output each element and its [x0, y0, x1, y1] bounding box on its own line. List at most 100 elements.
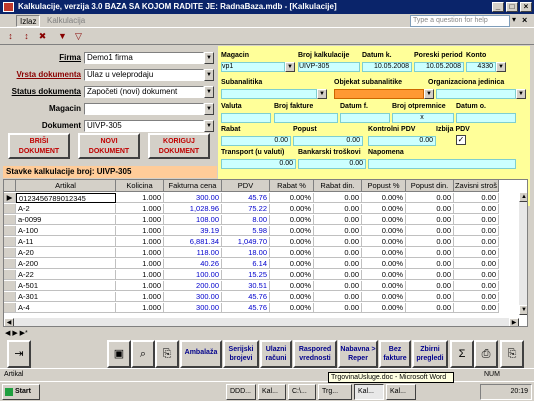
- grid-cell[interactable]: 0.00: [406, 237, 454, 247]
- row-selector[interactable]: [4, 215, 16, 225]
- grid-cell[interactable]: 0.00: [454, 303, 499, 313]
- exit-icon[interactable]: ⇥: [7, 340, 31, 368]
- vrsta-dropdown-icon[interactable]: ▼: [204, 69, 214, 81]
- popust-field[interactable]: 0.00: [293, 136, 363, 146]
- broj-kalkulacije-field[interactable]: UIVP-305: [298, 62, 360, 72]
- bez-fakture-button[interactable]: Bez fakture: [379, 340, 411, 368]
- grid-cell[interactable]: 0.00%: [270, 259, 314, 269]
- find-icon[interactable]: ⌕: [131, 340, 155, 368]
- row-selector[interactable]: [4, 281, 16, 291]
- sort-ascending-icon[interactable]: ↕: [4, 30, 17, 43]
- column-header[interactable]: Kolicina: [116, 180, 164, 192]
- grid-cell[interactable]: 1.000: [116, 226, 164, 236]
- grid-cell[interactable]: 0.00%: [362, 248, 406, 258]
- valuta-field[interactable]: [221, 113, 271, 123]
- grid-cell[interactable]: 0.00: [406, 281, 454, 291]
- ulazni-racuni-button[interactable]: Ulazni računi: [260, 340, 292, 368]
- vrsta-field[interactable]: Ulaz u veleprodaju: [84, 69, 204, 81]
- column-header[interactable]: Popust %: [362, 180, 406, 192]
- grid-cell[interactable]: 45.76: [222, 292, 270, 302]
- row-selector[interactable]: [4, 204, 16, 214]
- grid-cell[interactable]: A-4: [16, 303, 116, 313]
- grid-cell[interactable]: A-100: [16, 226, 116, 236]
- grid-cell[interactable]: 118.00: [164, 248, 222, 258]
- grid-cell[interactable]: 15.25: [222, 270, 270, 280]
- grid-cell[interactable]: 0.00: [314, 215, 362, 225]
- grid-cell[interactable]: 0.00%: [270, 237, 314, 247]
- grid-cell[interactable]: 0.00: [454, 270, 499, 280]
- grid-cell[interactable]: 300.00: [164, 193, 222, 203]
- filter-by-selection-icon[interactable]: ▼: [56, 30, 69, 43]
- row-selector[interactable]: [4, 226, 16, 236]
- task-6[interactable]: Kal...: [386, 384, 416, 400]
- napomena-field[interactable]: [368, 159, 516, 169]
- scroll-down-icon[interactable]: ▼: [519, 305, 527, 315]
- row-selector[interactable]: [4, 270, 16, 280]
- grid-cell[interactable]: 30.51: [222, 281, 270, 291]
- grid-cell[interactable]: 0.00%: [362, 226, 406, 236]
- column-header[interactable]: PDV: [222, 180, 270, 192]
- grid-cell[interactable]: 6.14: [222, 259, 270, 269]
- grid-cell[interactable]: 0.00: [454, 204, 499, 214]
- konto-field[interactable]: 4330: [466, 62, 496, 72]
- grid-cell[interactable]: 0.00%: [362, 303, 406, 313]
- task-1[interactable]: DDD...: [226, 384, 256, 400]
- grid-cell[interactable]: A-301: [16, 292, 116, 302]
- grid-cell[interactable]: a-0099: [16, 215, 116, 225]
- grid-cell[interactable]: 1.000: [116, 259, 164, 269]
- grid-cell[interactable]: 0.00%: [270, 292, 314, 302]
- grid-cell[interactable]: 0.00: [314, 226, 362, 236]
- column-header[interactable]: Rabat din.: [314, 180, 362, 192]
- grid-cell[interactable]: 0.00: [454, 259, 499, 269]
- grid-cell[interactable]: 0.00: [314, 259, 362, 269]
- scroll-right-icon[interactable]: ▶: [509, 318, 519, 326]
- grid-cell[interactable]: 1.000: [116, 215, 164, 225]
- grid-cell[interactable]: 0.00: [314, 237, 362, 247]
- grid-cell[interactable]: 300.00: [164, 303, 222, 313]
- grid-cell[interactable]: 45.76: [222, 303, 270, 313]
- scroll-left-icon[interactable]: ◀: [4, 318, 14, 326]
- zbirni-pregledi-button[interactable]: Zbirni pregledi: [412, 340, 448, 368]
- column-header[interactable]: Fakturna cena: [164, 180, 222, 192]
- grid-cell[interactable]: 0.00%: [362, 237, 406, 247]
- grid-cell[interactable]: 100.00: [164, 270, 222, 280]
- grid-cell[interactable]: 0.00%: [270, 270, 314, 280]
- r-magacin-field[interactable]: vp1: [221, 62, 285, 72]
- datum-k-field[interactable]: 10.05.2008: [362, 62, 412, 72]
- grid-cell[interactable]: 0.00%: [270, 248, 314, 258]
- grid-cell[interactable]: 300.00: [164, 292, 222, 302]
- record-nav-icon[interactable]: ◀ ▶ ▶*: [5, 329, 28, 339]
- grid-cell[interactable]: 1.000: [116, 248, 164, 258]
- org-jedinica-dropdown-icon[interactable]: ▼: [516, 89, 526, 99]
- grid-cell[interactable]: 1.000: [116, 292, 164, 302]
- grid-cell[interactable]: 1.000: [116, 270, 164, 280]
- grid-cell[interactable]: 108.00: [164, 215, 222, 225]
- grid-cell[interactable]: 1.000: [116, 237, 164, 247]
- subanalitika-field[interactable]: [221, 89, 317, 99]
- grid-cell[interactable]: 0.00%: [362, 270, 406, 280]
- novi-dokument-button[interactable]: NOVI DOKUMENT: [78, 133, 140, 159]
- close-button[interactable]: ×: [520, 2, 532, 12]
- minimize-button[interactable]: _: [492, 2, 504, 12]
- poreski-period-field[interactable]: 10.05.2008: [414, 62, 464, 72]
- mdi-close-icon[interactable]: ×: [522, 15, 527, 25]
- horizontal-scrollbar[interactable]: ◀ ▶: [4, 318, 519, 326]
- task-2[interactable]: Kal...: [258, 384, 286, 400]
- grid-cell[interactable]: 0.00: [454, 237, 499, 247]
- grid-cell[interactable]: 0.00: [406, 292, 454, 302]
- grid-cell[interactable]: 8.00: [222, 215, 270, 225]
- scroll-up-icon[interactable]: ▲: [519, 192, 527, 202]
- task-3[interactable]: C:\...: [288, 384, 316, 400]
- grid-cell[interactable]: 0.00: [406, 270, 454, 280]
- vertical-scrollbar[interactable]: ▲ ▼: [519, 192, 527, 315]
- objekat-dropdown-icon[interactable]: ▼: [424, 89, 434, 99]
- copy-icon[interactable]: ⎘: [155, 340, 179, 368]
- datum-f-field[interactable]: [340, 113, 390, 123]
- filter-icon[interactable]: ✖: [36, 30, 49, 43]
- grid-cell[interactable]: A-22: [16, 270, 116, 280]
- firma-field[interactable]: Demo1 firma: [84, 52, 204, 64]
- column-header[interactable]: Popust din.: [406, 180, 454, 192]
- sum-icon[interactable]: Σ: [450, 340, 474, 368]
- help-dropdown-icon[interactable]: ▾: [512, 15, 516, 24]
- help-search-input[interactable]: Type a question for help: [410, 15, 510, 27]
